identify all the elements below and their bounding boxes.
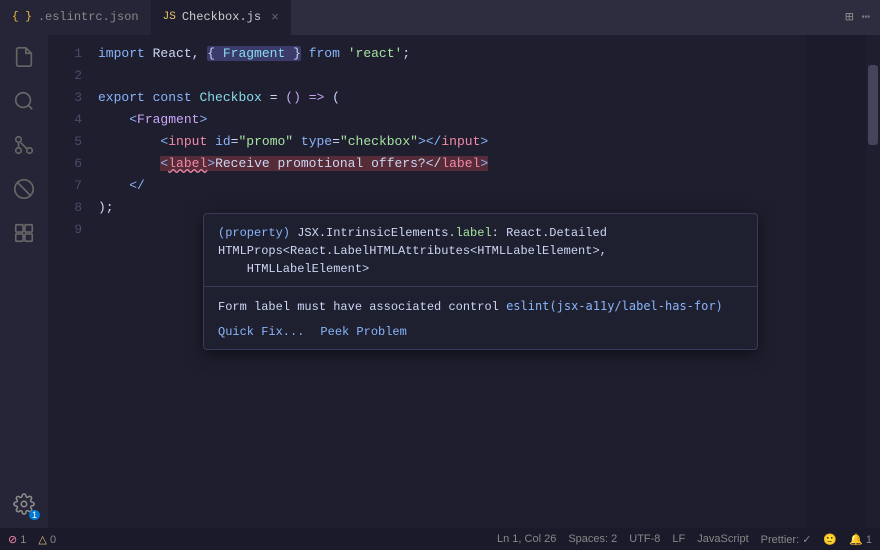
code-content: 1 import React, { Fragment } from 'react… — [48, 35, 880, 241]
code-line-2: 2 — [48, 65, 880, 87]
split-editor-icon[interactable]: ⊞ — [845, 9, 853, 26]
debug-icon[interactable] — [10, 175, 38, 203]
tooltip-error-code: eslint(jsx-a11y/label-has-for) — [506, 299, 723, 313]
status-right: Ln 1, Col 26 Spaces: 2 UTF-8 LF JavaScri… — [497, 533, 872, 546]
emoji-status: 🙂 — [823, 533, 837, 546]
encoding[interactable]: UTF-8 — [629, 533, 660, 545]
settings-badge: 1 — [29, 510, 40, 520]
tab-checkbox[interactable]: JS Checkbox.js × — [151, 0, 291, 35]
quick-fix-action[interactable]: Quick Fix... — [218, 325, 304, 339]
source-control-icon[interactable] — [10, 131, 38, 159]
code-line-6: 6 <label>Receive promotional offers?</la… — [48, 153, 880, 175]
more-actions-icon[interactable]: ⋯ — [862, 9, 870, 26]
tooltip-property-text: JSX.IntrinsicElements. — [297, 226, 455, 240]
indent-setting[interactable]: Spaces: 2 — [568, 533, 617, 545]
tooltip-error-text: Form label must have associated control — [218, 300, 499, 314]
code-line-5: 5 <input id="promo" type="checkbox"></in… — [48, 131, 880, 153]
main-area: 1 1 import React, { Fragment } from 'rea… — [0, 35, 880, 528]
code-line-4: 4 <Fragment> — [48, 109, 880, 131]
status-errors[interactable]: ⊘ 1 — [8, 533, 26, 546]
files-icon[interactable] — [10, 43, 38, 71]
activity-bar-bottom: 1 — [10, 490, 38, 528]
status-warnings[interactable]: △ 0 — [38, 533, 56, 546]
line-ending[interactable]: LF — [672, 533, 685, 545]
error-count: 1 — [20, 534, 26, 546]
code-line-1: 1 import React, { Fragment } from 'react… — [48, 43, 880, 65]
status-bar: ⊘ 1 △ 0 Ln 1, Col 26 Spaces: 2 UTF-8 LF … — [0, 528, 880, 550]
extensions-icon[interactable] — [10, 219, 38, 247]
scrollbar-track[interactable] — [866, 35, 880, 528]
scrollbar-thumb[interactable] — [868, 65, 878, 145]
tab-label-eslintrc: .eslintrc.json — [38, 10, 139, 24]
json-file-icon: { } — [12, 11, 32, 23]
js-file-icon: JS — [163, 11, 176, 23]
notification-bell[interactable]: 🔔 1 — [849, 533, 872, 546]
tab-label-checkbox: Checkbox.js — [182, 10, 261, 24]
language-mode[interactable]: JavaScript — [697, 533, 748, 545]
error-icon: ⊘ — [8, 534, 17, 546]
tooltip-popup: (property) JSX.IntrinsicElements.label: … — [203, 213, 758, 350]
status-left: ⊘ 1 △ 0 — [8, 533, 56, 546]
activity-bar: 1 — [0, 35, 48, 528]
title-bar: { } .eslintrc.json JS Checkbox.js × ⊞ ⋯ — [0, 0, 880, 35]
warning-icon: △ — [38, 534, 46, 546]
code-editor[interactable]: 1 import React, { Fragment } from 'react… — [48, 35, 880, 528]
cursor-position[interactable]: Ln 1, Col 26 — [497, 533, 556, 545]
minimap — [806, 35, 866, 528]
tooltip-error-message: Form label must have associated control … — [204, 287, 757, 321]
peek-problem-action[interactable]: Peek Problem — [320, 325, 406, 339]
search-icon[interactable] — [10, 87, 38, 115]
title-bar-actions: ⊞ ⋯ — [845, 9, 880, 26]
code-line-3: 3 export const Checkbox = () => ( — [48, 87, 880, 109]
tab-area: { } .eslintrc.json JS Checkbox.js × — [0, 0, 845, 35]
settings-icon[interactable]: 1 — [10, 490, 38, 518]
tab-close-icon[interactable]: × — [271, 10, 279, 25]
tooltip-property-info: (property) JSX.IntrinsicElements.label: … — [204, 214, 757, 287]
warning-count: 0 — [50, 534, 56, 546]
tab-eslintrc[interactable]: { } .eslintrc.json — [0, 0, 151, 35]
tooltip-actions: Quick Fix... Peek Problem — [204, 321, 757, 349]
code-line-7: 7 </ — [48, 175, 880, 197]
formatter-status[interactable]: Prettier: ✓ — [761, 533, 812, 546]
